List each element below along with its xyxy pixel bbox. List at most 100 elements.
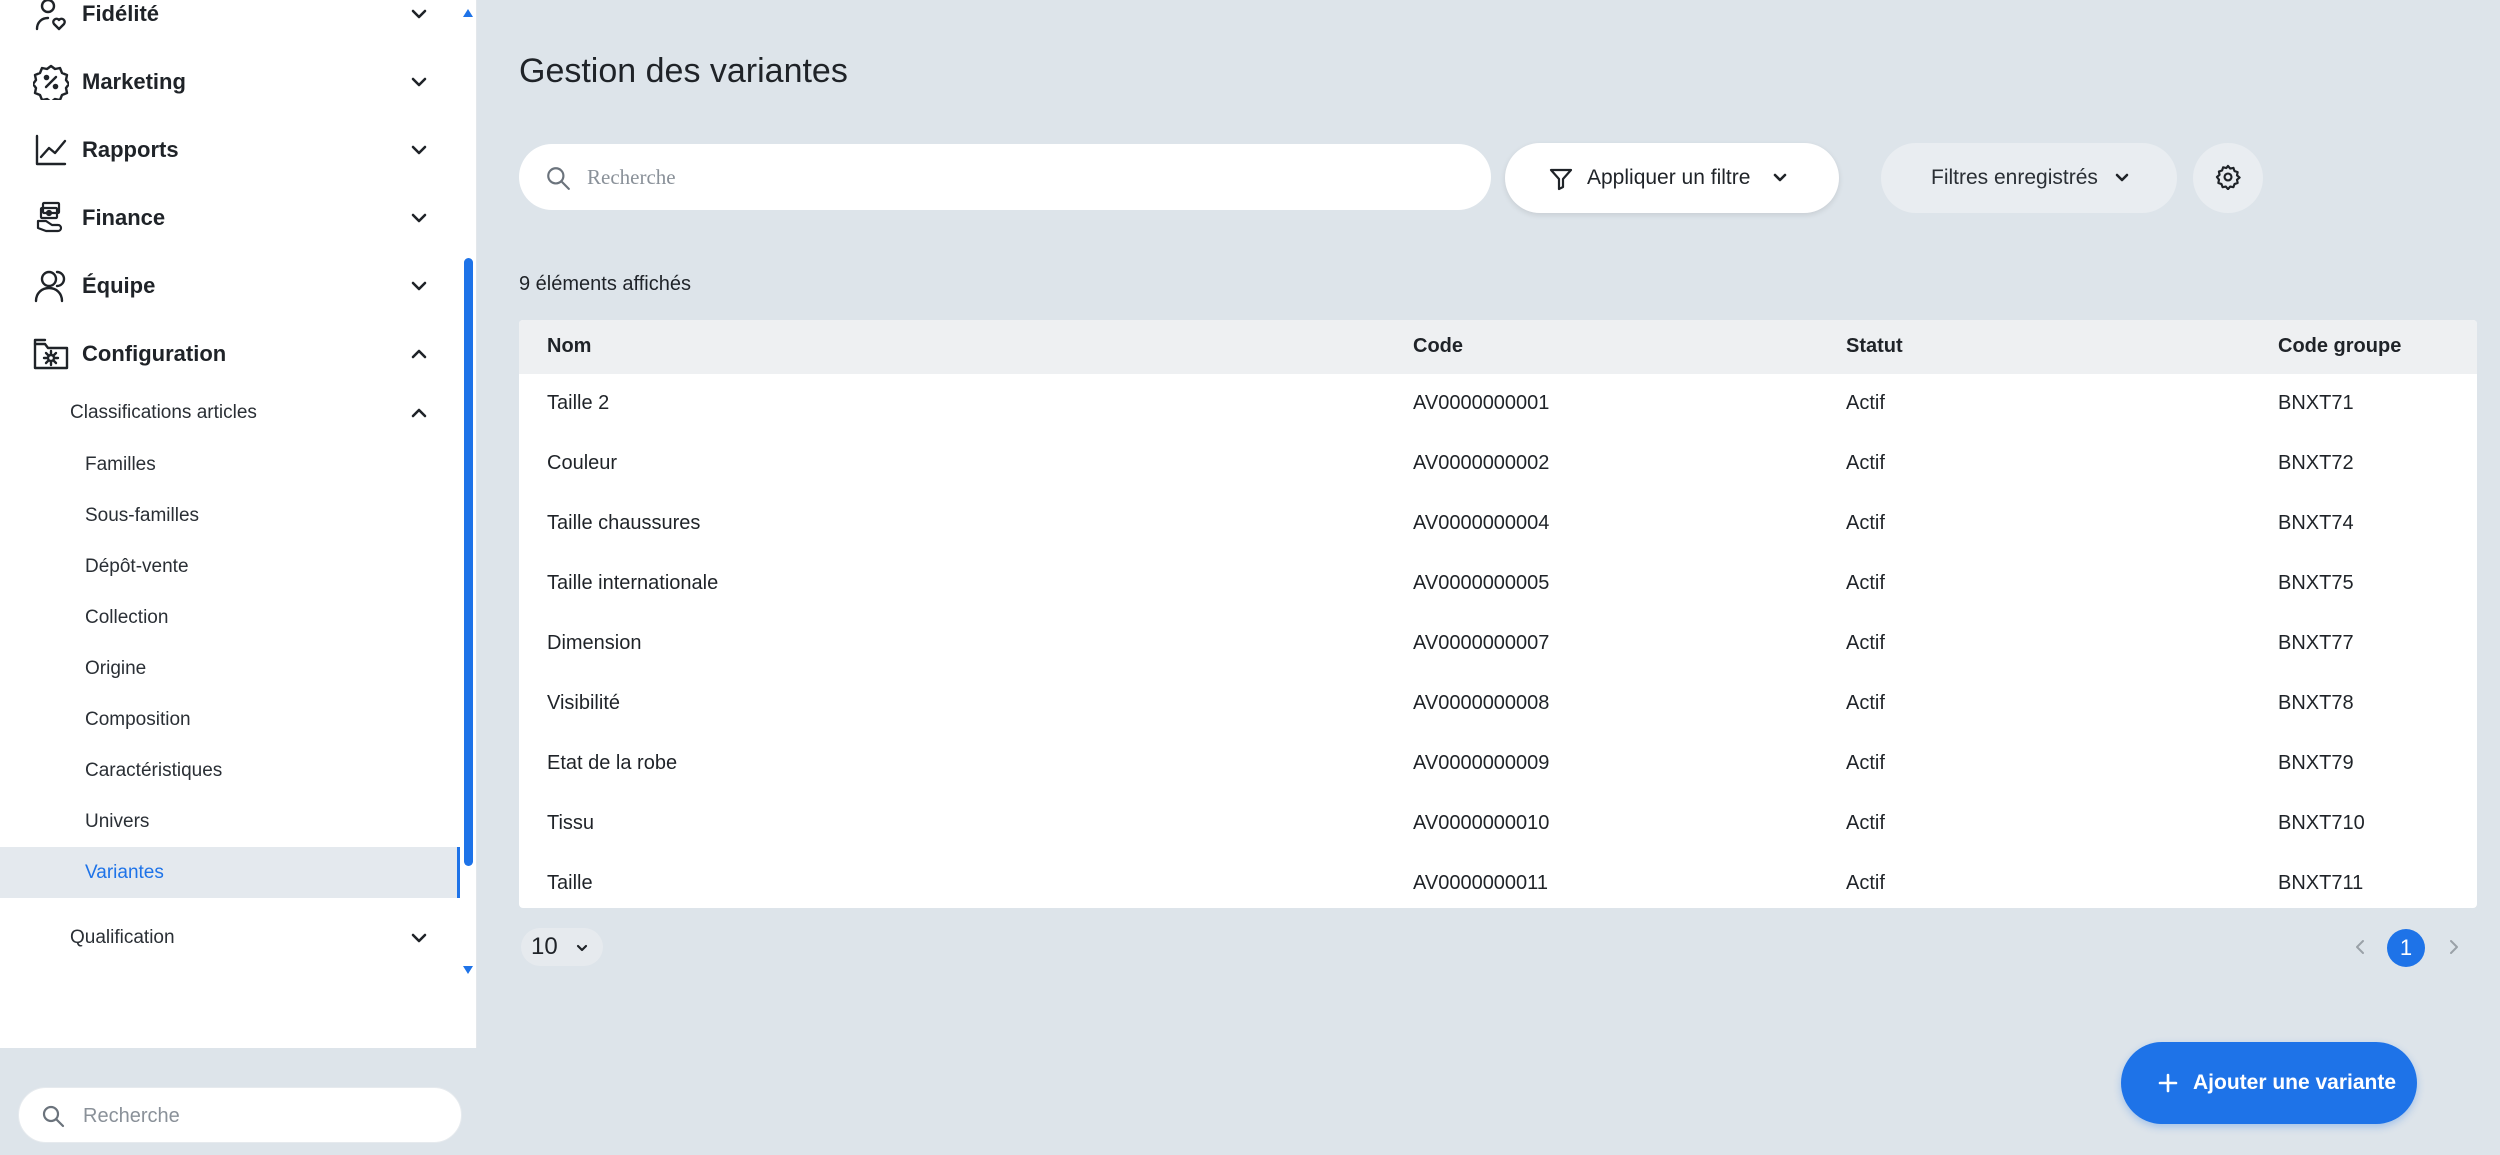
- saved-filters-label: Filtres enregistrés: [1931, 166, 2098, 189]
- chevron-down-icon[interactable]: [408, 71, 430, 93]
- column-header-code[interactable]: Code: [1413, 335, 1463, 358]
- cell-statut: Actif: [1846, 452, 1885, 474]
- cell-code-groupe: BNXT79: [2278, 752, 2354, 774]
- money-hand-icon: [32, 199, 70, 237]
- sidebar-item-collection[interactable]: Collection: [0, 592, 460, 643]
- column-header-code-groupe[interactable]: Code groupe: [2278, 335, 2401, 358]
- chevron-down-icon[interactable]: [408, 927, 430, 949]
- sidebar-item-label: Univers: [85, 810, 150, 832]
- cell-nom: Taille: [547, 872, 593, 894]
- sidebar-search-input[interactable]: [83, 1098, 443, 1134]
- cell-code-groupe: BNXT74: [2278, 512, 2354, 534]
- sidebar-item-equipe[interactable]: Équipe: [0, 254, 460, 318]
- sidebar-item-marketing[interactable]: Marketing: [0, 50, 460, 114]
- cell-nom: Tissu: [547, 812, 595, 834]
- apply-filter-label: Appliquer un filtre: [1587, 166, 1751, 189]
- sidebar-item-origine[interactable]: Origine: [0, 643, 460, 694]
- sidebar-item-sous-familles[interactable]: Sous-familles: [0, 490, 460, 541]
- table-row[interactable]: Taille internationale AV0000000005 Actif…: [519, 554, 2477, 614]
- table-row[interactable]: Taille chaussures AV0000000004 Actif BNX…: [519, 494, 2477, 554]
- previous-page-icon[interactable]: [2350, 936, 2370, 958]
- cell-statut: Actif: [1846, 512, 1885, 534]
- chevron-down-icon[interactable]: [408, 3, 430, 25]
- sidebar-item-caracteristiques[interactable]: Caractéristiques: [0, 745, 460, 796]
- cell-code: AV0000000008: [1413, 692, 1550, 714]
- line-chart-icon: [32, 131, 70, 169]
- table-row[interactable]: Dimension AV0000000007 Actif BNXT77: [519, 614, 2477, 674]
- sidebar-item-composition[interactable]: Composition: [0, 694, 460, 745]
- table-row[interactable]: Visibilité AV0000000008 Actif BNXT78: [519, 674, 2477, 734]
- cell-code-groupe: BNXT71: [2278, 392, 2354, 414]
- add-variant-button[interactable]: Ajouter une variante: [2121, 1042, 2417, 1124]
- sidebar-item-finance[interactable]: Finance: [0, 186, 460, 250]
- chevron-up-icon[interactable]: [408, 343, 430, 365]
- table-row[interactable]: Etat de la robe AV0000000009 Actif BNXT7…: [519, 734, 2477, 794]
- sidebar-item-classifications-articles[interactable]: Classifications articles: [0, 388, 460, 438]
- apply-filter-button[interactable]: Appliquer un filtre: [1505, 143, 1839, 213]
- cell-code-groupe: BNXT78: [2278, 692, 2354, 714]
- table-row[interactable]: Couleur AV0000000002 Actif BNXT72: [519, 434, 2477, 494]
- sidebar-item-label: Fidélité: [82, 1, 160, 26]
- cell-nom: Couleur: [547, 452, 618, 474]
- cell-code-groupe: BNXT77: [2278, 632, 2354, 654]
- cell-code: AV0000000009: [1413, 752, 1550, 774]
- sidebar-search: [18, 1087, 462, 1143]
- cell-code: AV0000000007: [1413, 632, 1550, 654]
- sidebar-item-rapports[interactable]: Rapports: [0, 118, 460, 182]
- cell-statut: Actif: [1846, 392, 1885, 414]
- cell-code-groupe: BNXT75: [2278, 572, 2354, 594]
- cell-code: AV0000000010: [1413, 812, 1550, 834]
- variants-table: Nom Code Statut Code groupe Taille 2 AV0…: [519, 320, 2477, 908]
- sidebar-item-univers[interactable]: Univers: [0, 796, 460, 847]
- sidebar: Fidélité Marketing Rapports Finance Équi…: [0, 0, 477, 1048]
- sidebar-item-label: Dépôt-vente: [85, 555, 189, 577]
- cell-code: AV0000000011: [1413, 872, 1548, 894]
- chevron-up-icon[interactable]: [408, 402, 430, 424]
- percent-badge-icon: [32, 63, 70, 101]
- sidebar-item-label: Composition: [85, 708, 191, 730]
- scroll-up-arrow-icon[interactable]: [461, 6, 475, 20]
- column-header-statut[interactable]: Statut: [1846, 335, 1903, 358]
- page-size-select[interactable]: 10: [521, 928, 603, 966]
- team-icon: [32, 267, 70, 305]
- cell-code: AV0000000002: [1413, 452, 1550, 474]
- search-input[interactable]: [587, 158, 1447, 196]
- sidebar-item-label: Finance: [82, 205, 166, 230]
- table-row[interactable]: Taille AV0000000011 Actif BNXT711: [519, 854, 2477, 908]
- folder-gear-icon: [32, 335, 70, 373]
- chevron-down-icon[interactable]: [408, 207, 430, 229]
- table-header: Nom Code Statut Code groupe: [519, 320, 2477, 374]
- sidebar-item-label: Sous-familles: [85, 504, 200, 526]
- cell-nom: Dimension: [547, 632, 642, 654]
- page-title: Gestion des variantes: [519, 52, 848, 90]
- column-header-nom[interactable]: Nom: [547, 335, 591, 358]
- cell-code: AV0000000004: [1413, 512, 1550, 534]
- current-page[interactable]: 1: [2387, 929, 2425, 967]
- sidebar-item-label: Équipe: [82, 273, 156, 298]
- page-size-value: 10: [531, 933, 558, 960]
- chevron-down-icon[interactable]: [408, 139, 430, 161]
- sidebar-scrollbar-thumb[interactable]: [464, 258, 473, 866]
- loyalty-icon: [32, 0, 70, 33]
- settings-button[interactable]: [2193, 143, 2263, 213]
- cell-statut: Actif: [1846, 872, 1885, 894]
- sidebar-item-qualification[interactable]: Qualification: [0, 913, 460, 963]
- sidebar-item-configuration[interactable]: Configuration: [0, 322, 460, 386]
- table-row[interactable]: Tissu AV0000000010 Actif BNXT710: [519, 794, 2477, 854]
- chevron-down-icon[interactable]: [408, 275, 430, 297]
- sidebar-item-label: Marketing: [82, 69, 186, 94]
- add-variant-label: Ajouter une variante: [2193, 1071, 2397, 1094]
- table-row[interactable]: Taille 2 AV0000000001 Actif BNXT71: [519, 374, 2477, 434]
- cell-statut: Actif: [1846, 812, 1885, 834]
- sidebar-item-fidelite[interactable]: Fidélité: [0, 0, 460, 46]
- sidebar-item-depot-vente[interactable]: Dépôt-vente: [0, 541, 460, 592]
- sidebar-item-label: Variantes: [85, 861, 164, 883]
- next-page-icon[interactable]: [2444, 936, 2464, 958]
- sidebar-item-variantes[interactable]: Variantes: [0, 847, 460, 898]
- sidebar-item-label: Origine: [85, 657, 147, 679]
- saved-filters-button[interactable]: Filtres enregistrés: [1881, 143, 2177, 213]
- scroll-down-arrow-icon[interactable]: [461, 963, 475, 977]
- sidebar-item-familles[interactable]: Familles: [0, 439, 460, 490]
- gear-icon: [2215, 164, 2241, 193]
- main-search: [519, 144, 1491, 210]
